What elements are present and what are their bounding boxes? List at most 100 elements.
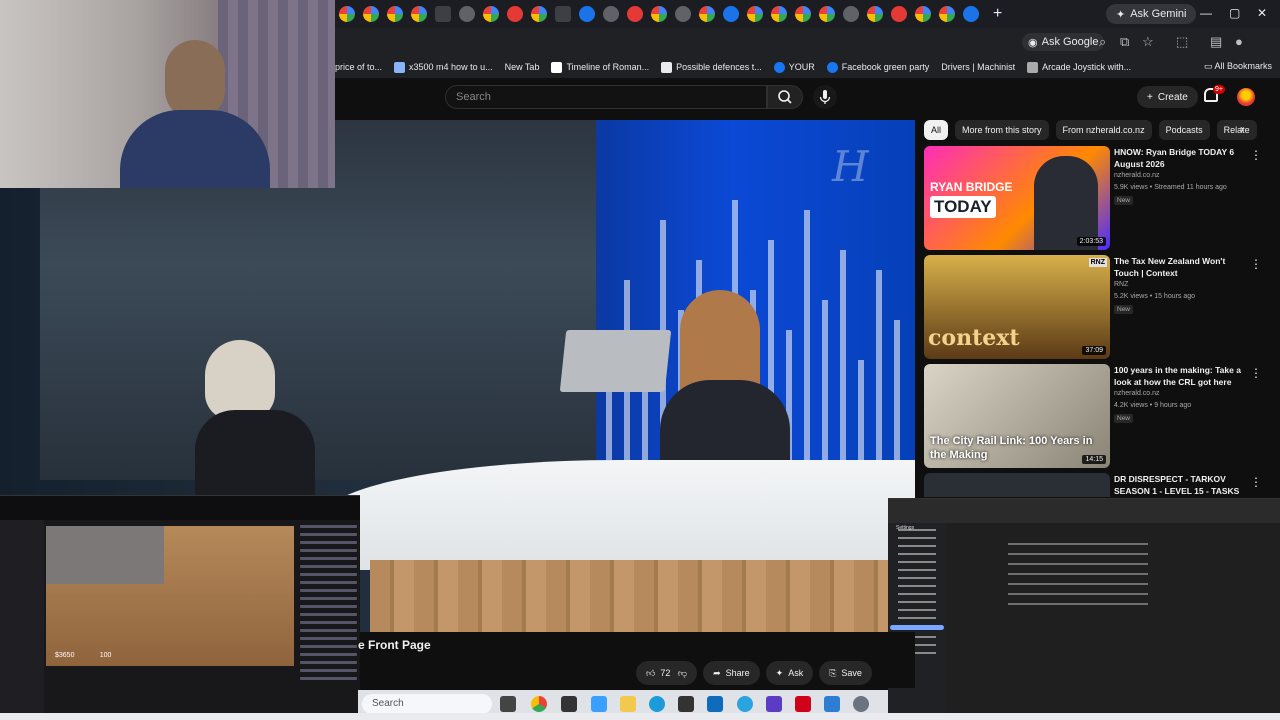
maximize-icon[interactable]: ▢	[1229, 6, 1240, 20]
tab-google[interactable]	[651, 6, 667, 22]
new-tab-button[interactable]: +	[993, 5, 1002, 23]
taskbar-search-input[interactable]: Search	[362, 694, 492, 714]
zoom-icon[interactable]: ⌕	[1099, 34, 1106, 50]
recommendation-item[interactable]: DR DISRESPECT - TARKOV SEASON 1 - LEVEL …	[924, 473, 1268, 497]
chip-related[interactable]: Relate	[1216, 120, 1257, 140]
like-button[interactable]: 👍︎ 72 👎︎	[636, 661, 698, 685]
tab-google[interactable]	[867, 6, 883, 22]
tab-active[interactable]	[459, 6, 475, 22]
chip-from-nzherald[interactable]: From nzherald.co.nz	[1055, 120, 1152, 140]
chevron-right-icon[interactable]: ›	[1240, 122, 1244, 136]
tab-site[interactable]	[723, 6, 739, 22]
ask-gemini-button[interactable]: ✦ Ask Gemini	[1106, 4, 1197, 24]
ask-google-button[interactable]: ◉ Ask Google	[1022, 33, 1105, 51]
bookmark-item[interactable]: YOUR	[773, 61, 815, 73]
bookmark-star-icon[interactable]: ☆	[1142, 34, 1154, 50]
tab-google[interactable]	[339, 6, 355, 22]
app-icon[interactable]	[824, 696, 840, 712]
video-thumbnail[interactable]: RYAN BRIDGE TODAY 2:03:53	[924, 146, 1110, 250]
more-options-icon[interactable]: ⋮	[1250, 148, 1262, 162]
video-title[interactable]: DR DISRESPECT - TARKOV SEASON 1 - LEVEL …	[1114, 473, 1242, 497]
channel-name[interactable]: RNZ	[1114, 281, 1128, 288]
settings-gear-icon[interactable]	[853, 696, 869, 712]
tab-google[interactable]	[483, 6, 499, 22]
tab-google[interactable]	[387, 6, 403, 22]
bookmark-item[interactable]: Arcade Joystick with...	[1027, 61, 1131, 73]
file-explorer-icon[interactable]	[620, 696, 636, 712]
tab-google[interactable]	[819, 6, 835, 22]
chip-more-from-story[interactable]: More from this story	[955, 120, 1049, 140]
save-button[interactable]: ⎘ Save	[819, 661, 872, 685]
tab-google[interactable]	[939, 6, 955, 22]
tab-site[interactable]	[579, 6, 595, 22]
tab-google[interactable]	[795, 6, 811, 22]
close-icon[interactable]: ✕	[1257, 6, 1267, 20]
video-title[interactable]: The Tax New Zealand Won't Touch | Contex…	[1114, 255, 1242, 279]
task-view-icon[interactable]	[500, 696, 516, 712]
tab-google[interactable]	[531, 6, 547, 22]
bookmark-item[interactable]: Facebook green party	[826, 61, 929, 73]
share-button[interactable]: ➦ Share	[703, 661, 760, 685]
bookmark-item[interactable]: Possible defences t...	[661, 61, 762, 73]
tab-reddit[interactable]	[627, 6, 643, 22]
address-bar[interactable]	[335, 28, 1280, 56]
profile-avatar-icon[interactable]: ●	[1235, 34, 1243, 49]
tab-nzherald[interactable]	[435, 6, 451, 22]
tab-github[interactable]	[603, 6, 619, 22]
video-thumbnail[interactable]: The City Rail Link: 100 Years in the Mak…	[924, 364, 1110, 468]
ask-button[interactable]: ✦ Ask	[765, 661, 814, 685]
tab-site[interactable]	[507, 6, 523, 22]
more-options-icon[interactable]: ⋮	[1250, 257, 1262, 271]
account-avatar[interactable]	[1237, 88, 1255, 106]
app-icon[interactable]	[561, 696, 577, 712]
recommendation-item[interactable]: RNZ context 37:09 The Tax New Zealand Wo…	[924, 255, 1268, 361]
tab-google[interactable]	[411, 6, 427, 22]
outlook-icon[interactable]	[707, 696, 723, 712]
bookmark-item[interactable]: x3500 m4 how to u...	[394, 61, 493, 73]
video-title[interactable]: HNOW: Ryan Bridge TODAY 6 August 2026	[1114, 146, 1242, 170]
create-button[interactable]: + Create	[1137, 86, 1198, 108]
app-icon[interactable]	[766, 696, 782, 712]
bookmark-item[interactable]: Timeline of Roman...	[551, 61, 649, 73]
app-icon[interactable]	[591, 696, 607, 712]
channel-name[interactable]: nzherald.co.nz	[1114, 172, 1160, 179]
search-button[interactable]	[767, 85, 803, 109]
install-icon[interactable]: ⧉	[1120, 34, 1129, 50]
sidepanel-icon[interactable]: ▤	[1210, 34, 1222, 50]
tab-app[interactable]	[555, 6, 571, 22]
app-icon[interactable]	[795, 696, 811, 712]
video-thumbnail[interactable]	[924, 473, 1110, 497]
recommendation-item[interactable]: RYAN BRIDGE TODAY 2:03:53 HNOW: Ryan Bri…	[924, 146, 1268, 252]
bookmark-item[interactable]: price of to...	[335, 62, 382, 72]
minimize-icon[interactable]: —	[1200, 6, 1212, 20]
chrome-icon[interactable]	[531, 696, 547, 712]
recommendation-item[interactable]: The City Rail Link: 100 Years in the Mak…	[924, 364, 1268, 470]
tab-google[interactable]	[363, 6, 379, 22]
tab-github[interactable]	[843, 6, 859, 22]
tab-google[interactable]	[771, 6, 787, 22]
tab-google[interactable]	[699, 6, 715, 22]
chip-podcasts[interactable]: Podcasts	[1158, 120, 1210, 140]
tab-reddit[interactable]	[891, 6, 907, 22]
more-options-icon[interactable]: ⋮	[1250, 475, 1262, 489]
thumbs-down-icon[interactable]: 👎︎	[675, 668, 687, 679]
more-options-icon[interactable]: ⋮	[1250, 366, 1262, 380]
video-title[interactable]: 100 years in the making: Take a look at …	[1114, 364, 1242, 388]
stream-overlay: $3650 100	[0, 495, 360, 713]
tab-settings[interactable]	[963, 6, 979, 22]
video-thumbnail[interactable]: RNZ context 37:09	[924, 255, 1110, 359]
chip-all[interactable]: All	[924, 120, 949, 140]
edge-icon[interactable]	[649, 696, 665, 712]
search-input[interactable]: Search	[445, 85, 767, 109]
tab-google[interactable]	[915, 6, 931, 22]
voice-search-button[interactable]	[813, 85, 837, 109]
store-icon[interactable]	[678, 696, 694, 712]
bookmark-item[interactable]: New Tab	[505, 62, 540, 72]
bookmark-item[interactable]: Drivers | Machinist	[941, 62, 1015, 72]
tab-site[interactable]	[675, 6, 691, 22]
all-bookmarks-button[interactable]: ▭ All Bookmarks	[1204, 61, 1272, 72]
extensions-icon[interactable]: ⬚	[1176, 34, 1188, 50]
telegram-icon[interactable]	[737, 696, 753, 712]
tab-google[interactable]	[747, 6, 763, 22]
channel-name[interactable]: nzherald.co.nz	[1114, 390, 1160, 397]
